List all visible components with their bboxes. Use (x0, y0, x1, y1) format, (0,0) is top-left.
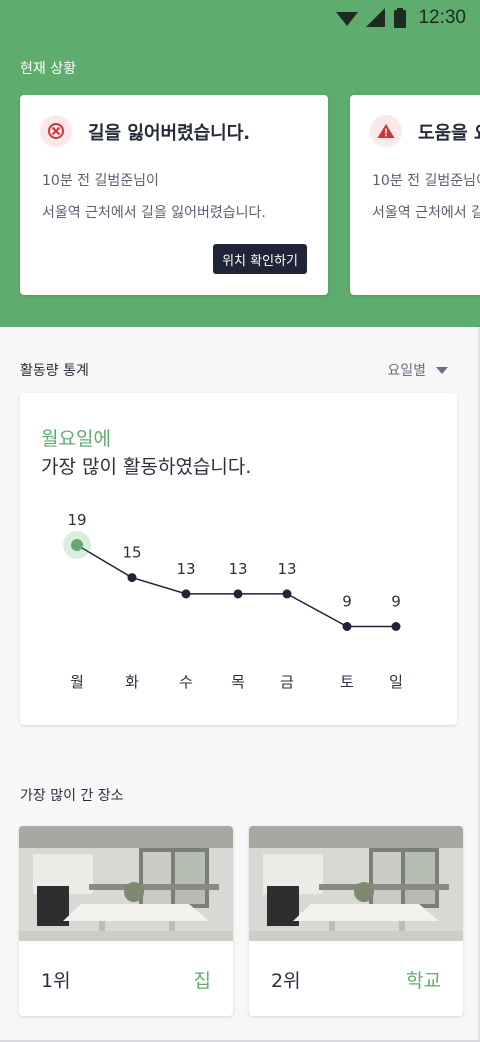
data-label: 9 (391, 593, 401, 611)
data-point (181, 589, 191, 599)
alert-description: 서울역 근처에서 길을 잃어버렸습니다. (42, 205, 266, 221)
alert-description: 서울역 근처에서 길 (372, 205, 480, 221)
x-tick-label: 금 (280, 673, 294, 691)
data-label: 9 (342, 593, 352, 611)
battery-icon (394, 8, 407, 28)
check-location-button[interactable]: 위치 확인하기 (213, 244, 307, 274)
wifi-icon (336, 12, 359, 26)
alert-card[interactable]: 길을 잃어버렸습니다. 10분 전 길범준님이 서울역 근처에서 길을 잃어버렸… (20, 95, 328, 295)
alert-title: 도움을 요 (418, 123, 480, 144)
data-point (127, 573, 137, 583)
alert-title: 길을 잃어버렸습니다. (88, 123, 251, 144)
place-photo (19, 826, 233, 941)
data-point (233, 589, 243, 599)
data-label: 13 (228, 560, 247, 578)
data-label: 13 (277, 560, 296, 578)
status-time: 12:30 (418, 7, 466, 28)
day-filter-label: 요일별 (387, 363, 426, 379)
place-photo (249, 826, 463, 941)
x-tick-label: 목 (231, 673, 245, 691)
alert-time-text: 10분 전 길범준님이 (372, 173, 480, 189)
top-places-title: 가장 많이 간 장소 (20, 788, 124, 804)
data-label: 15 (122, 544, 141, 562)
data-point (71, 539, 83, 551)
x-tick-label: 월 (70, 673, 84, 691)
warning-icon (370, 115, 402, 147)
x-tick-label: 토 (340, 673, 354, 691)
data-point (342, 622, 352, 631)
data-point (282, 589, 292, 599)
status-bar: 12:30 (320, 0, 480, 36)
x-tick-label: 일 (389, 673, 403, 691)
current-status-title: 현재 상황 (20, 61, 76, 77)
data-label: 13 (176, 560, 195, 578)
alert-time-text: 10분 전 길범준님이 (42, 173, 159, 189)
x-tick-label: 수 (179, 673, 193, 691)
chevron-down-icon (436, 366, 448, 374)
current-status-section: 12:30 현재 상황 길을 잃어버렸습니다. 10분 전 길범준님이 서울역 … (0, 0, 480, 327)
place-card[interactable]: 2위 학교 (249, 826, 463, 1016)
place-name: 집 (193, 970, 211, 992)
data-point (391, 622, 401, 631)
signal-icon (366, 8, 386, 27)
data-label: 19 (67, 511, 86, 529)
activity-chart-card: 월요일에 가장 많이 활동하였습니다. 19 월 15 화 13 수 13 목 13 금 9 토 9 일 (20, 393, 457, 725)
place-name: 학교 (406, 970, 441, 992)
x-tick-label: 화 (125, 673, 139, 691)
place-rank: 2위 (271, 970, 301, 992)
lost-icon (40, 115, 72, 147)
place-card[interactable]: 1위 집 (19, 826, 233, 1016)
activity-stats-title: 활동량 통계 (20, 363, 89, 379)
activity-line-chart: 19 월 15 화 13 수 13 목 13 금 9 토 9 일 (63, 511, 403, 691)
place-rank: 1위 (41, 970, 71, 992)
alert-card[interactable]: 도움을 요 10분 전 길범준님이 서울역 근처에서 길 (350, 95, 480, 295)
day-filter-dropdown[interactable]: 요일별 (387, 360, 448, 380)
